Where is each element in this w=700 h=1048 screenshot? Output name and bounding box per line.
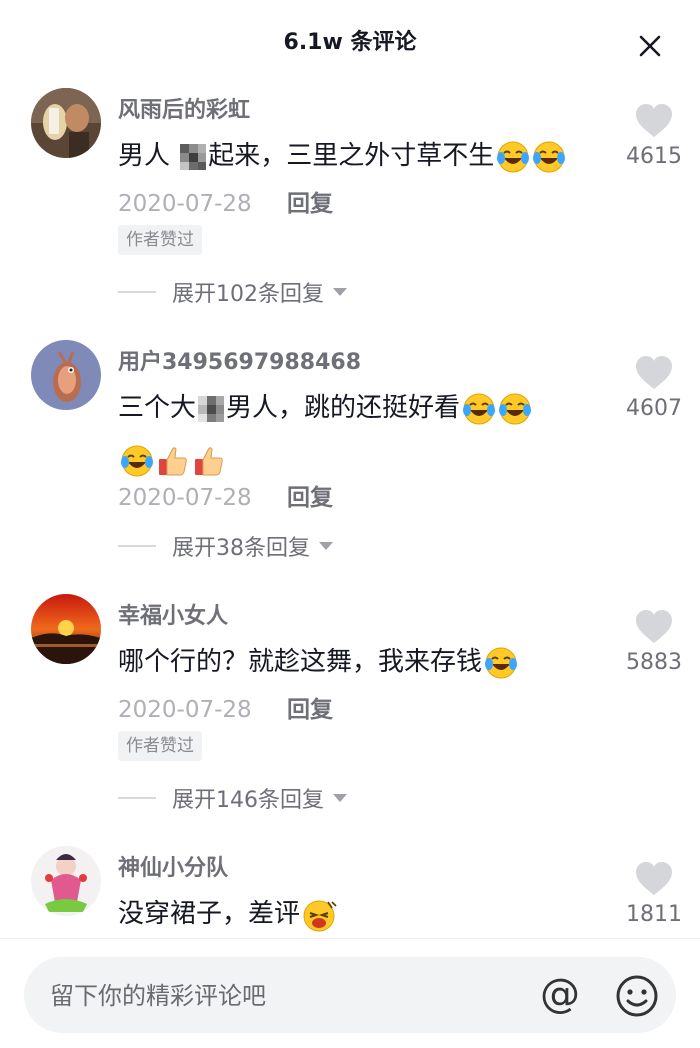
close-button[interactable] xyxy=(630,30,670,62)
author-liked-badge: 作者赞过 xyxy=(118,731,202,761)
reply-button[interactable]: 回复 xyxy=(287,485,333,511)
heart-icon xyxy=(636,862,672,895)
laughing-wink-emoji-icon xyxy=(303,900,337,931)
mosaic-censor-icon xyxy=(180,143,207,170)
thumbs-up-emoji-icon xyxy=(195,446,223,475)
like-button[interactable]: 5883 xyxy=(624,610,684,675)
divider-line xyxy=(118,291,156,293)
comment-input[interactable] xyxy=(48,957,512,1035)
comment-text: 男人 起来，三里之外寸草不生 xyxy=(118,130,618,182)
expand-replies-button[interactable]: 展开146条回复 xyxy=(118,782,348,814)
expand-replies-label: 展开102条回复 xyxy=(172,282,324,307)
comment-count-title: 6.1w 条评论 xyxy=(283,30,417,55)
mention-button[interactable]: @ xyxy=(536,971,584,1019)
like-count: 4607 xyxy=(626,396,682,421)
avatar[interactable] xyxy=(31,88,101,158)
avatar[interactable] xyxy=(31,594,101,664)
comment-username[interactable]: 用户3495697988468 xyxy=(118,344,361,376)
author-liked-badge: 作者赞过 xyxy=(118,225,202,255)
comment-username[interactable]: 风雨后的彩虹 xyxy=(118,92,250,124)
chevron-down-icon xyxy=(333,288,347,296)
comment-text: 三个大 男人，跳的还挺好看 xyxy=(118,382,618,486)
comment-date: 2020-07-28 xyxy=(118,697,252,723)
mosaic-censor-icon xyxy=(198,395,225,422)
laugh-cry-emoji-icon xyxy=(499,393,532,424)
heart-icon xyxy=(636,610,672,643)
heart-icon xyxy=(636,104,672,137)
thumbs-up-emoji-icon xyxy=(159,446,187,475)
comment-composer-bar: @ xyxy=(0,938,700,1048)
like-button[interactable]: 4615 xyxy=(624,104,684,169)
comment-meta: 2020-07-28 回复 xyxy=(118,690,333,724)
avatar[interactable] xyxy=(31,846,101,916)
divider-line xyxy=(118,797,156,799)
reply-button[interactable]: 回复 xyxy=(287,191,333,217)
emoji-icon xyxy=(616,975,658,1017)
like-button[interactable]: 1811 xyxy=(624,862,684,927)
like-count: 1811 xyxy=(626,902,682,927)
close-icon xyxy=(639,35,661,57)
heart-icon xyxy=(636,356,672,389)
expand-replies-label: 展开146条回复 xyxy=(172,788,324,813)
expand-replies-label: 展开38条回复 xyxy=(172,536,310,561)
laugh-cry-emoji-icon xyxy=(463,393,496,424)
emoji-button[interactable] xyxy=(614,973,660,1023)
comment-text: 哪个行的？就趁这舞，我来存钱 xyxy=(118,636,618,688)
chevron-down-icon xyxy=(333,794,347,802)
comment-username[interactable]: 神仙小分队 xyxy=(118,850,228,882)
laugh-cry-emoji-icon xyxy=(497,141,530,172)
like-count: 4615 xyxy=(626,144,682,169)
comment-meta: 2020-07-28 回复 xyxy=(118,478,333,512)
avatar[interactable] xyxy=(31,340,101,410)
comment-text: 没穿裙子，差评 xyxy=(118,888,618,940)
comment-username[interactable]: 幸福小女人 xyxy=(118,598,228,630)
like-button[interactable]: 4607 xyxy=(624,356,684,421)
laugh-cry-emoji-icon xyxy=(121,445,153,476)
expand-replies-button[interactable]: 展开38条回复 xyxy=(118,530,334,562)
reply-button[interactable]: 回复 xyxy=(287,697,333,723)
like-count: 5883 xyxy=(626,650,682,675)
laugh-cry-emoji-icon xyxy=(533,141,566,172)
comment-date: 2020-07-28 xyxy=(118,191,252,217)
comment-input-box[interactable]: @ xyxy=(24,957,676,1035)
comments-header: 6.1w 条评论 xyxy=(0,0,700,84)
chevron-down-icon xyxy=(319,542,333,550)
divider-line xyxy=(118,545,156,547)
laugh-cry-emoji-icon xyxy=(485,647,518,678)
expand-replies-button[interactable]: 展开102条回复 xyxy=(118,276,348,308)
comment-meta: 2020-07-28 回复 xyxy=(118,184,333,218)
comment-date: 2020-07-28 xyxy=(118,485,252,511)
